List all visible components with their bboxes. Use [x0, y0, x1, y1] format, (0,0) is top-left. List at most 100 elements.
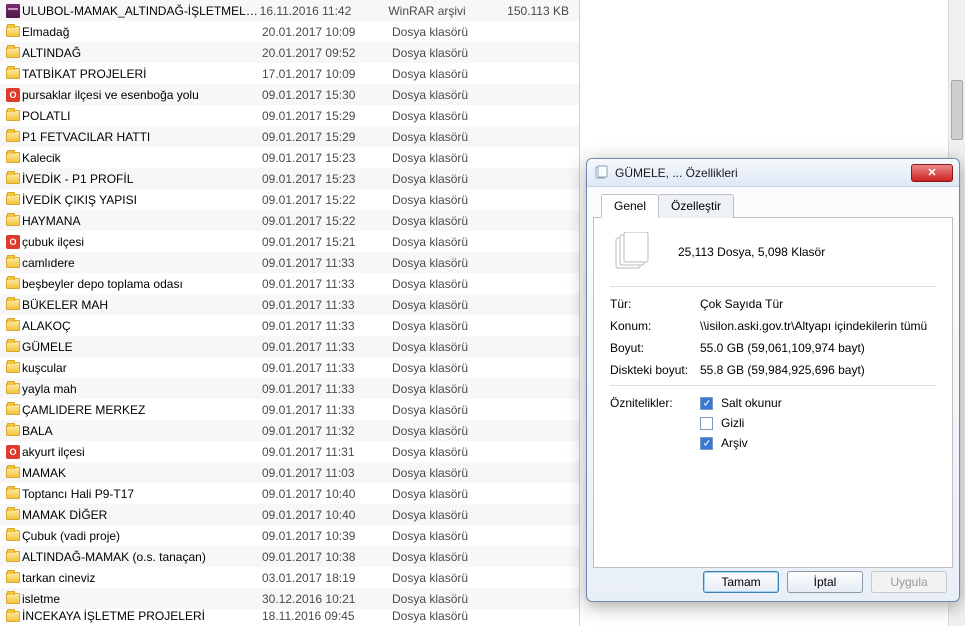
file-name: pursaklar ilçesi ve esenboğa yolu [22, 88, 262, 102]
list-item[interactable]: kuşcular09.01.2017 11:33Dosya klasörü [0, 357, 579, 378]
file-name: yayla mah [22, 382, 262, 396]
list-item[interactable]: ALTINDAĞ-MAMAK (o.s. tanaçan)09.01.2017 … [0, 546, 579, 567]
folder-icon [6, 341, 20, 352]
list-item[interactable]: İVEDİK ÇIKIŞ YAPISI09.01.2017 15:22Dosya… [0, 189, 579, 210]
file-type: Dosya klasörü [392, 508, 512, 522]
file-type: Dosya klasörü [392, 235, 512, 249]
list-item[interactable]: akyurt ilçesi09.01.2017 11:31Dosya klasö… [0, 441, 579, 462]
file-type: Dosya klasörü [392, 214, 512, 228]
checkbox-archive[interactable] [700, 437, 713, 450]
folder-icon [6, 299, 20, 310]
label-type: Tür: [610, 297, 700, 311]
file-date: 16.11.2016 11:42 [260, 4, 389, 18]
list-item[interactable]: BALA09.01.2017 11:32Dosya klasörü [0, 420, 579, 441]
cancel-button[interactable]: İptal [787, 571, 863, 593]
file-type: Dosya klasörü [392, 550, 512, 564]
file-size: 150.113 KB [507, 4, 579, 18]
file-date: 09.01.2017 15:21 [262, 235, 392, 249]
file-type: Dosya klasörü [392, 256, 512, 270]
file-name: Toptancı Hali P9-T17 [22, 487, 262, 501]
file-type: Dosya klasörü [392, 361, 512, 375]
list-item[interactable]: camlıdere09.01.2017 11:33Dosya klasörü [0, 252, 579, 273]
tab-general[interactable]: Genel [601, 194, 659, 218]
folder-icon [6, 509, 20, 520]
file-date: 09.01.2017 15:29 [262, 130, 392, 144]
file-type: Dosya klasörü [392, 88, 512, 102]
file-name: BALA [22, 424, 262, 438]
list-item[interactable]: Kalecik09.01.2017 15:23Dosya klasörü [0, 147, 579, 168]
folder-icon [6, 215, 20, 226]
file-date: 18.11.2016 09:45 [262, 609, 392, 623]
list-item[interactable]: Elmadağ20.01.2017 10:09Dosya klasörü [0, 21, 579, 42]
checkbox-readonly[interactable] [700, 397, 713, 410]
file-type: WinRAR arşivi [388, 4, 507, 18]
file-date: 09.01.2017 11:31 [262, 445, 392, 459]
value-location: \\isilon.aski.gov.tr\Altyapı içindekiler… [700, 319, 936, 333]
file-name: kuşcular [22, 361, 262, 375]
ok-button[interactable]: Tamam [703, 571, 779, 593]
folder-icon [6, 551, 20, 562]
apply-button: Uygula [871, 571, 947, 593]
dialog-button-bar: Tamam İptal Uygula [587, 571, 959, 593]
offline-folder-icon [6, 88, 20, 102]
list-item[interactable]: İVEDİK - P1 PROFİL09.01.2017 15:23Dosya … [0, 168, 579, 189]
file-type: Dosya klasörü [392, 382, 512, 396]
list-item[interactable]: MAMAK DİĞER09.01.2017 10:40Dosya klasörü [0, 504, 579, 525]
folder-icon [6, 530, 20, 541]
value-size: 55.0 GB (59,061,109,974 bayt) [700, 341, 936, 355]
list-item[interactable]: İNCEKAYA İŞLETME PROJELERİ18.11.2016 09:… [0, 609, 579, 623]
file-date: 09.01.2017 11:32 [262, 424, 392, 438]
label-disk-size: Diskteki boyut: [610, 363, 700, 377]
list-item[interactable]: Çubuk (vadi proje)09.01.2017 10:39Dosya … [0, 525, 579, 546]
file-type: Dosya klasörü [392, 25, 512, 39]
file-type: Dosya klasörü [392, 298, 512, 312]
scrollbar-thumb[interactable] [951, 80, 963, 140]
file-date: 03.01.2017 18:19 [262, 571, 392, 585]
file-name: çubuk ilçesi [22, 235, 262, 249]
file-date: 09.01.2017 15:22 [262, 193, 392, 207]
folder-icon [6, 47, 20, 58]
list-item[interactable]: GÜMELE09.01.2017 11:33Dosya klasörü [0, 336, 579, 357]
list-item[interactable]: isletme30.12.2016 10:21Dosya klasörü [0, 588, 579, 609]
label-location: Konum: [610, 319, 700, 333]
folder-icon [6, 362, 20, 373]
file-name: ÇAMLIDERE MERKEZ [22, 403, 262, 417]
list-item[interactable]: POLATLI09.01.2017 15:29Dosya klasörü [0, 105, 579, 126]
list-item[interactable]: ULUBOL-MAMAK_ALTINDAĞ-İŞLETMELER16.11.20… [0, 0, 579, 21]
list-item[interactable]: çubuk ilçesi09.01.2017 15:21Dosya klasör… [0, 231, 579, 252]
file-date: 09.01.2017 11:33 [262, 340, 392, 354]
list-item[interactable]: yayla mah09.01.2017 11:33Dosya klasörü [0, 378, 579, 399]
list-item[interactable]: tarkan cineviz03.01.2017 18:19Dosya klas… [0, 567, 579, 588]
list-item[interactable]: P1 FETVACILAR HATTI09.01.2017 15:29Dosya… [0, 126, 579, 147]
list-item[interactable]: TATBİKAT PROJELERİ17.01.2017 10:09Dosya … [0, 63, 579, 84]
file-type: Dosya klasörü [392, 403, 512, 417]
file-date: 09.01.2017 10:40 [262, 508, 392, 522]
list-item[interactable]: HAYMANA09.01.2017 15:22Dosya klasörü [0, 210, 579, 231]
folder-icon [6, 425, 20, 436]
list-item[interactable]: beşbeyler depo toplama odası09.01.2017 1… [0, 273, 579, 294]
file-date: 09.01.2017 15:30 [262, 88, 392, 102]
file-type: Dosya klasörü [392, 172, 512, 186]
offline-folder-icon [6, 235, 20, 249]
dialog-titlebar[interactable]: GÜMELE, ... Özellikleri ✕ [587, 159, 959, 187]
tabpanel-general: 25,113 Dosya, 5,098 Klasör Tür:Çok Sayıd… [593, 218, 953, 568]
file-type: Dosya klasörü [392, 466, 512, 480]
label-size: Boyut: [610, 341, 700, 355]
folder-icon [6, 110, 20, 121]
checkbox-hidden[interactable] [700, 417, 713, 430]
file-type: Dosya klasörü [392, 609, 512, 623]
list-item[interactable]: Toptancı Hali P9-T1709.01.2017 10:40Dosy… [0, 483, 579, 504]
dialog-icon [593, 165, 609, 181]
list-item[interactable]: ÇAMLIDERE MERKEZ09.01.2017 11:33Dosya kl… [0, 399, 579, 420]
folder-icon [6, 488, 20, 499]
file-list[interactable]: ULUBOL-MAMAK_ALTINDAĞ-İŞLETMELER16.11.20… [0, 0, 580, 626]
list-item[interactable]: ALAKOÇ09.01.2017 11:33Dosya klasörü [0, 315, 579, 336]
list-item[interactable]: pursaklar ilçesi ve esenboğa yolu09.01.2… [0, 84, 579, 105]
file-name: İVEDİK - P1 PROFİL [22, 172, 262, 186]
list-item[interactable]: BÜKELER MAH09.01.2017 11:33Dosya klasörü [0, 294, 579, 315]
list-item[interactable]: ALTINDAĞ20.01.2017 09:52Dosya klasörü [0, 42, 579, 63]
close-button[interactable]: ✕ [911, 164, 953, 182]
offline-folder-icon [6, 445, 20, 459]
list-item[interactable]: MAMAK09.01.2017 11:03Dosya klasörü [0, 462, 579, 483]
tab-customize[interactable]: Özelleştir [658, 194, 734, 218]
